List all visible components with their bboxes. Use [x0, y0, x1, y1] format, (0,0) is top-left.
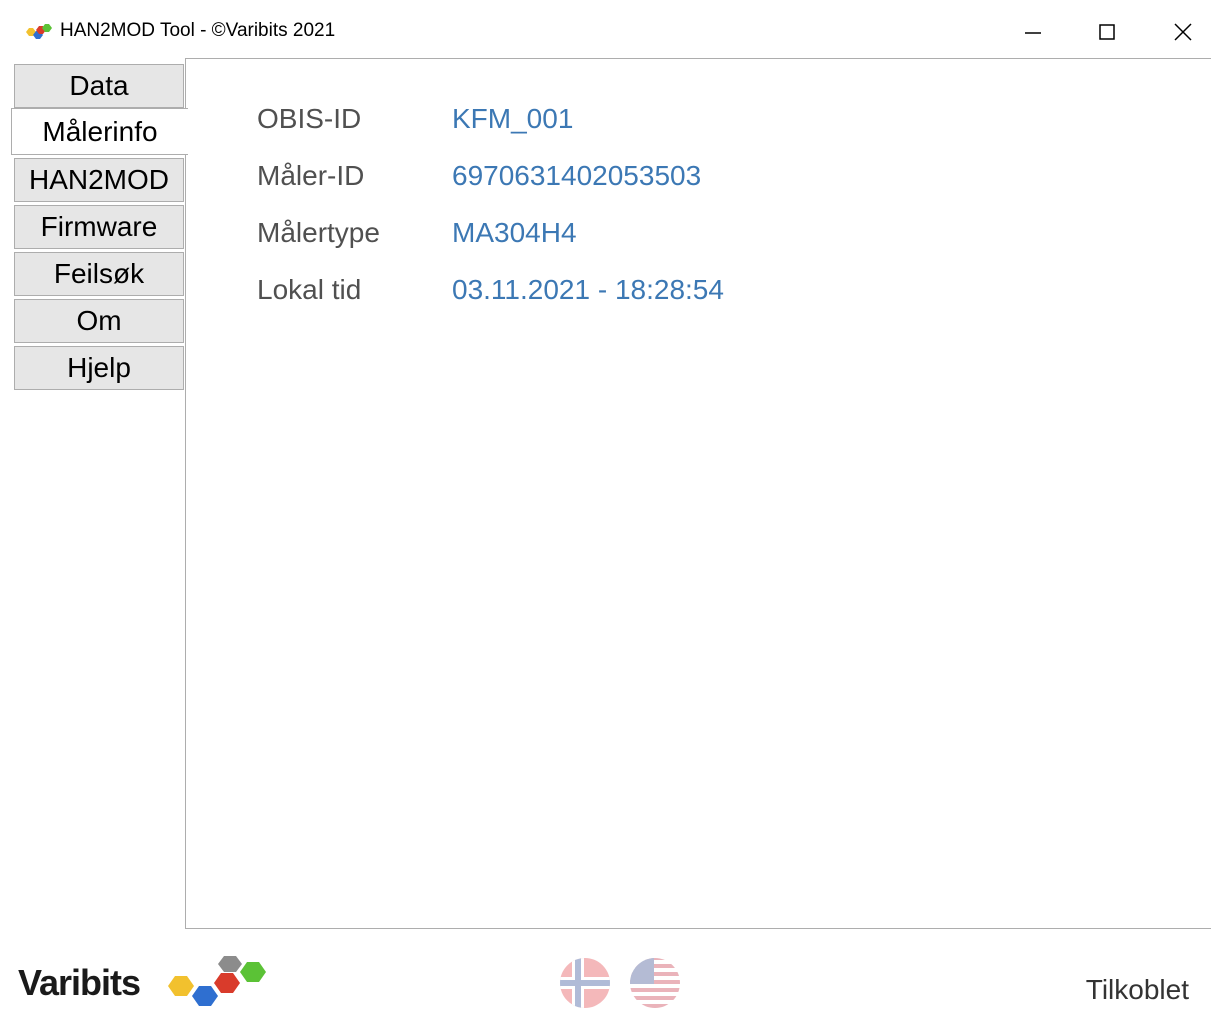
tab-data[interactable]: Data: [14, 64, 184, 108]
meter-id-label: Måler-ID: [257, 160, 365, 191]
meter-type-row: Målertype MA304H4: [257, 213, 577, 253]
tab-han2mod[interactable]: HAN2MOD: [14, 158, 184, 202]
maximize-icon: [1099, 24, 1115, 40]
title-bar: HAN2MOD Tool - ©Varibits 2021: [0, 0, 1211, 62]
meter-type-value: MA304H4: [452, 217, 577, 248]
meter-id-row: Måler-ID 6970631402053503: [257, 156, 701, 196]
tab-hjelp[interactable]: Hjelp: [14, 346, 184, 390]
obis-id-value: KFM_001: [452, 103, 574, 134]
minimize-button[interactable]: [1013, 12, 1053, 52]
minimize-icon: [1025, 32, 1041, 34]
obis-id-label: OBIS-ID: [257, 103, 362, 134]
varibits-logo: Varibits: [18, 954, 278, 1016]
maximize-button[interactable]: [1087, 12, 1127, 52]
local-time-row: Lokal tid 03.11.2021 - 18:28:54: [257, 270, 724, 310]
tab-malerinfo[interactable]: Målerinfo: [11, 108, 188, 155]
tab-om[interactable]: Om: [14, 299, 184, 343]
obis-id-row: OBIS-ID KFM_001: [257, 99, 573, 139]
footer: Varibits Tilkoblet: [0, 930, 1211, 1016]
hexagon-logo-icon: [168, 956, 266, 1006]
connection-status: Tilkoblet: [1085, 974, 1189, 1005]
tab-feilsok[interactable]: Feilsøk: [14, 252, 184, 296]
window-title: HAN2MOD Tool - ©Varibits 2021: [60, 20, 336, 41]
usa-flag-icon[interactable]: [628, 956, 682, 1010]
local-time-label: Lokal tid: [257, 274, 362, 305]
app-window: HAN2MOD Tool - ©Varibits 2021 Data Måler…: [0, 0, 1211, 1016]
meter-id-value: 6970631402053503: [452, 160, 702, 191]
meter-info-panel: OBIS-ID KFM_001 Måler-ID 697063140205350…: [185, 58, 1211, 929]
tab-firmware[interactable]: Firmware: [14, 205, 184, 249]
meter-type-label: Målertype: [257, 217, 380, 248]
app-icon: [26, 24, 52, 39]
local-time-value: 03.11.2021 - 18:28:54: [452, 274, 724, 305]
norway-flag-icon[interactable]: [558, 956, 612, 1010]
brand-name: Varibits: [18, 962, 141, 1003]
tab-strip: Data Målerinfo HAN2MOD Firmware Feilsøk …: [0, 62, 188, 392]
close-button[interactable]: [1163, 12, 1203, 52]
close-icon: [1174, 23, 1192, 41]
